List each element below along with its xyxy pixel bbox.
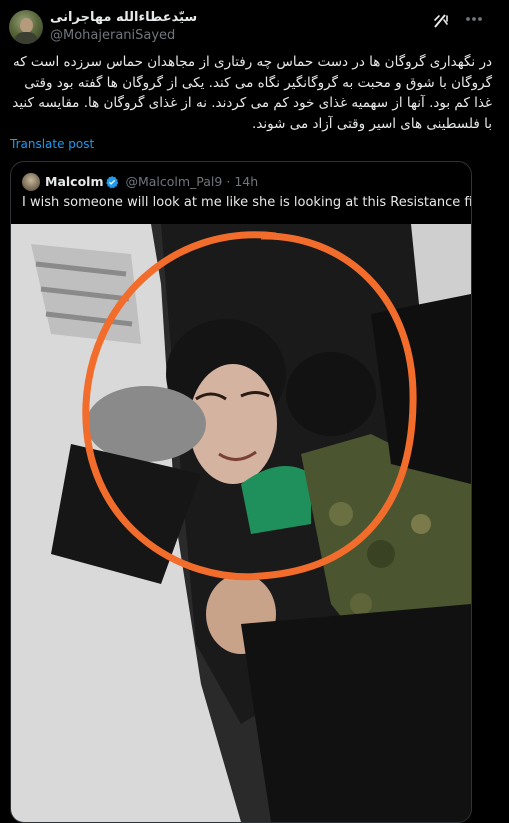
quoted-text-body: I wish someone will look at me like she … <box>22 195 472 210</box>
post-text: در نگهداری گروگان ها در دست حماس چه رفتا… <box>12 54 492 132</box>
quoted-header: Malcolm @Malcolm_Pal9 · 14h <box>45 174 258 189</box>
quoted-text: I wish someone will look at me like she … <box>22 195 472 210</box>
quoted-post[interactable]: Malcolm @Malcolm_Pal9 · 14h I wish someo… <box>10 161 472 823</box>
quoted-author-handle[interactable]: @Malcolm_Pal9 <box>125 174 222 189</box>
quoted-author-name[interactable]: Malcolm <box>45 174 103 189</box>
grok-icon[interactable] <box>432 12 450 30</box>
quoted-timestamp[interactable]: 14h <box>234 174 258 189</box>
separator-dot: · <box>226 174 231 189</box>
author-name[interactable]: سیّدعطاءالله مهاجرانی <box>50 10 197 25</box>
quoted-author-avatar[interactable] <box>22 173 40 191</box>
author-avatar[interactable] <box>9 10 43 44</box>
verified-badge-icon <box>106 175 119 189</box>
quoted-photo[interactable] <box>11 224 471 822</box>
more-icon[interactable] <box>460 8 488 30</box>
post: سیّدعطاءالله مهاجرانی @MohajeraniSayed د… <box>0 0 509 823</box>
translate-post-link[interactable]: Translate post <box>10 137 94 151</box>
author-handle[interactable]: @MohajeraniSayed <box>50 28 175 43</box>
